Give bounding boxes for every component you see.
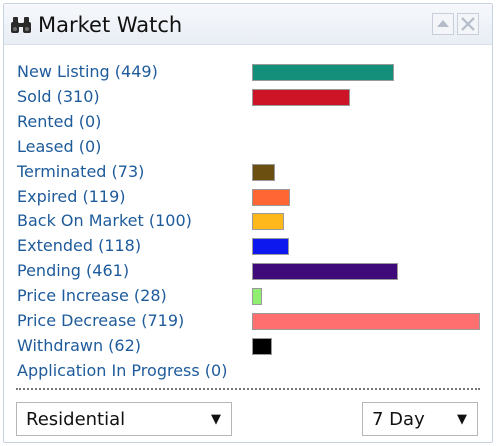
list-item[interactable]: Rented (0) <box>4 110 492 134</box>
property-type-value: Residential <box>26 409 126 430</box>
collapse-icon <box>437 20 449 27</box>
list-item[interactable]: Leased (0) <box>4 135 492 159</box>
market-watch-widget: Market Watch New Listing (449) Sold (310)… <box>3 3 493 443</box>
status-link[interactable]: Terminated (73) <box>17 162 144 181</box>
collapse-button[interactable] <box>432 13 454 35</box>
widget-title: Market Watch <box>38 13 183 37</box>
status-link[interactable]: Sold (310) <box>17 87 100 106</box>
close-button[interactable] <box>457 13 479 35</box>
list-item[interactable]: Back On Market (100) <box>4 209 492 233</box>
list-item[interactable]: New Listing (449) <box>4 60 492 84</box>
status-link[interactable]: Expired (119) <box>17 187 126 206</box>
count-bar <box>252 313 480 330</box>
binoculars-icon <box>11 17 31 33</box>
status-link[interactable]: Price Increase (28) <box>17 286 167 305</box>
status-link[interactable]: Withdrawn (62) <box>17 336 141 355</box>
list-item[interactable]: Extended (118) <box>4 234 492 258</box>
status-link[interactable]: Back On Market (100) <box>17 211 192 230</box>
list-item[interactable]: Expired (119) <box>4 185 492 209</box>
list-item[interactable]: Application In Progress (0) <box>4 359 492 383</box>
status-link[interactable]: Price Decrease (719) <box>17 311 184 330</box>
period-select[interactable]: 7 Day ▼ <box>362 402 478 436</box>
count-bar <box>252 163 275 181</box>
count-bar <box>252 188 290 206</box>
chevron-down-icon: ▼ <box>457 412 467 427</box>
count-bar <box>252 337 272 355</box>
chevron-down-icon: ▼ <box>211 412 221 427</box>
count-bar <box>252 288 262 306</box>
dotted-divider <box>16 388 480 390</box>
count-bar <box>252 263 398 281</box>
count-bar <box>252 64 394 81</box>
list-item[interactable]: Sold (310) <box>4 85 492 109</box>
status-link[interactable]: Rented (0) <box>17 112 101 131</box>
status-link[interactable]: Leased (0) <box>17 137 101 156</box>
list-item[interactable]: Price Increase (28) <box>4 284 492 308</box>
list-item[interactable]: Terminated (73) <box>4 160 492 184</box>
count-bar <box>252 213 284 231</box>
count-bar <box>252 238 289 256</box>
status-link[interactable]: Pending (461) <box>17 261 129 280</box>
status-link[interactable]: Extended (118) <box>17 236 141 255</box>
widget-header: Market Watch <box>4 4 492 45</box>
status-link[interactable]: Application In Progress (0) <box>17 361 227 380</box>
property-type-select[interactable]: Residential ▼ <box>16 402 232 436</box>
list-item[interactable]: Withdrawn (62) <box>4 334 492 358</box>
period-value: 7 Day <box>372 409 425 430</box>
count-bar <box>252 88 350 106</box>
status-link[interactable]: New Listing (449) <box>17 62 158 81</box>
list-item[interactable]: Pending (461) <box>4 259 492 283</box>
close-icon <box>461 17 475 31</box>
list-item[interactable]: Price Decrease (719) <box>4 309 492 333</box>
